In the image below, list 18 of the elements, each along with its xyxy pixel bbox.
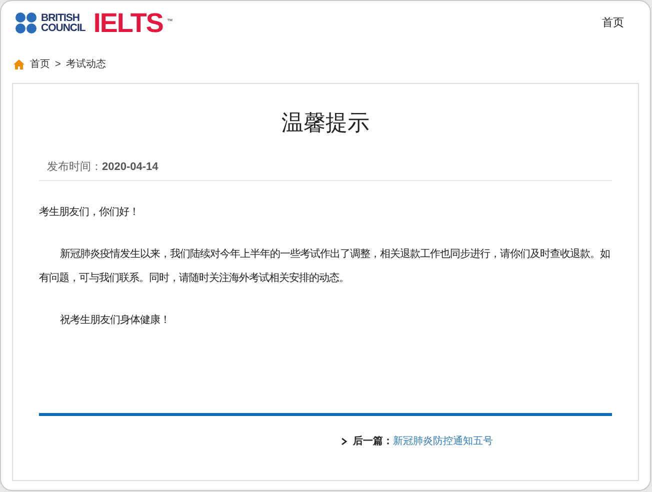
nav-link[interactable]: 首页: [602, 14, 624, 32]
article-paragraph: 新冠肺炎疫情发生以来，我们陆续对今年上半年的一些考试作出了调整，相关退款工作也同步进行，请你们及时查收退款。如有问题，可与我们联系。同时，请随时关注海外考试相关安排的动态。: [39, 247, 611, 286]
brand-logo-text: IELTS: [93, 10, 163, 36]
article-paragraph: 祝考生朋友们身体健康！: [59, 313, 171, 328]
date-label: 发布时间：: [47, 160, 102, 175]
breadcrumb-separator: >: [55, 58, 61, 72]
next-article-label: 后一篇：: [353, 434, 393, 448]
next-article-link[interactable]: 新冠肺炎防控通知五号: [393, 434, 493, 448]
article-paragraph: 考生朋友们，你们好！: [39, 205, 140, 220]
logo-text: BRITISH: [41, 13, 80, 23]
breadcrumb-link[interactable]: 考试动态: [66, 56, 106, 72]
article-title: 温馨提示: [280, 109, 370, 137]
logo-dots-icon: [15, 12, 37, 34]
publish-date: 2020-04-14: [102, 160, 158, 175]
chevron-icon: [341, 438, 347, 444]
logo-text: COUNCIL: [41, 23, 86, 33]
breadcrumb-link[interactable]: 首页: [30, 56, 50, 72]
home-icon: [13, 58, 25, 70]
